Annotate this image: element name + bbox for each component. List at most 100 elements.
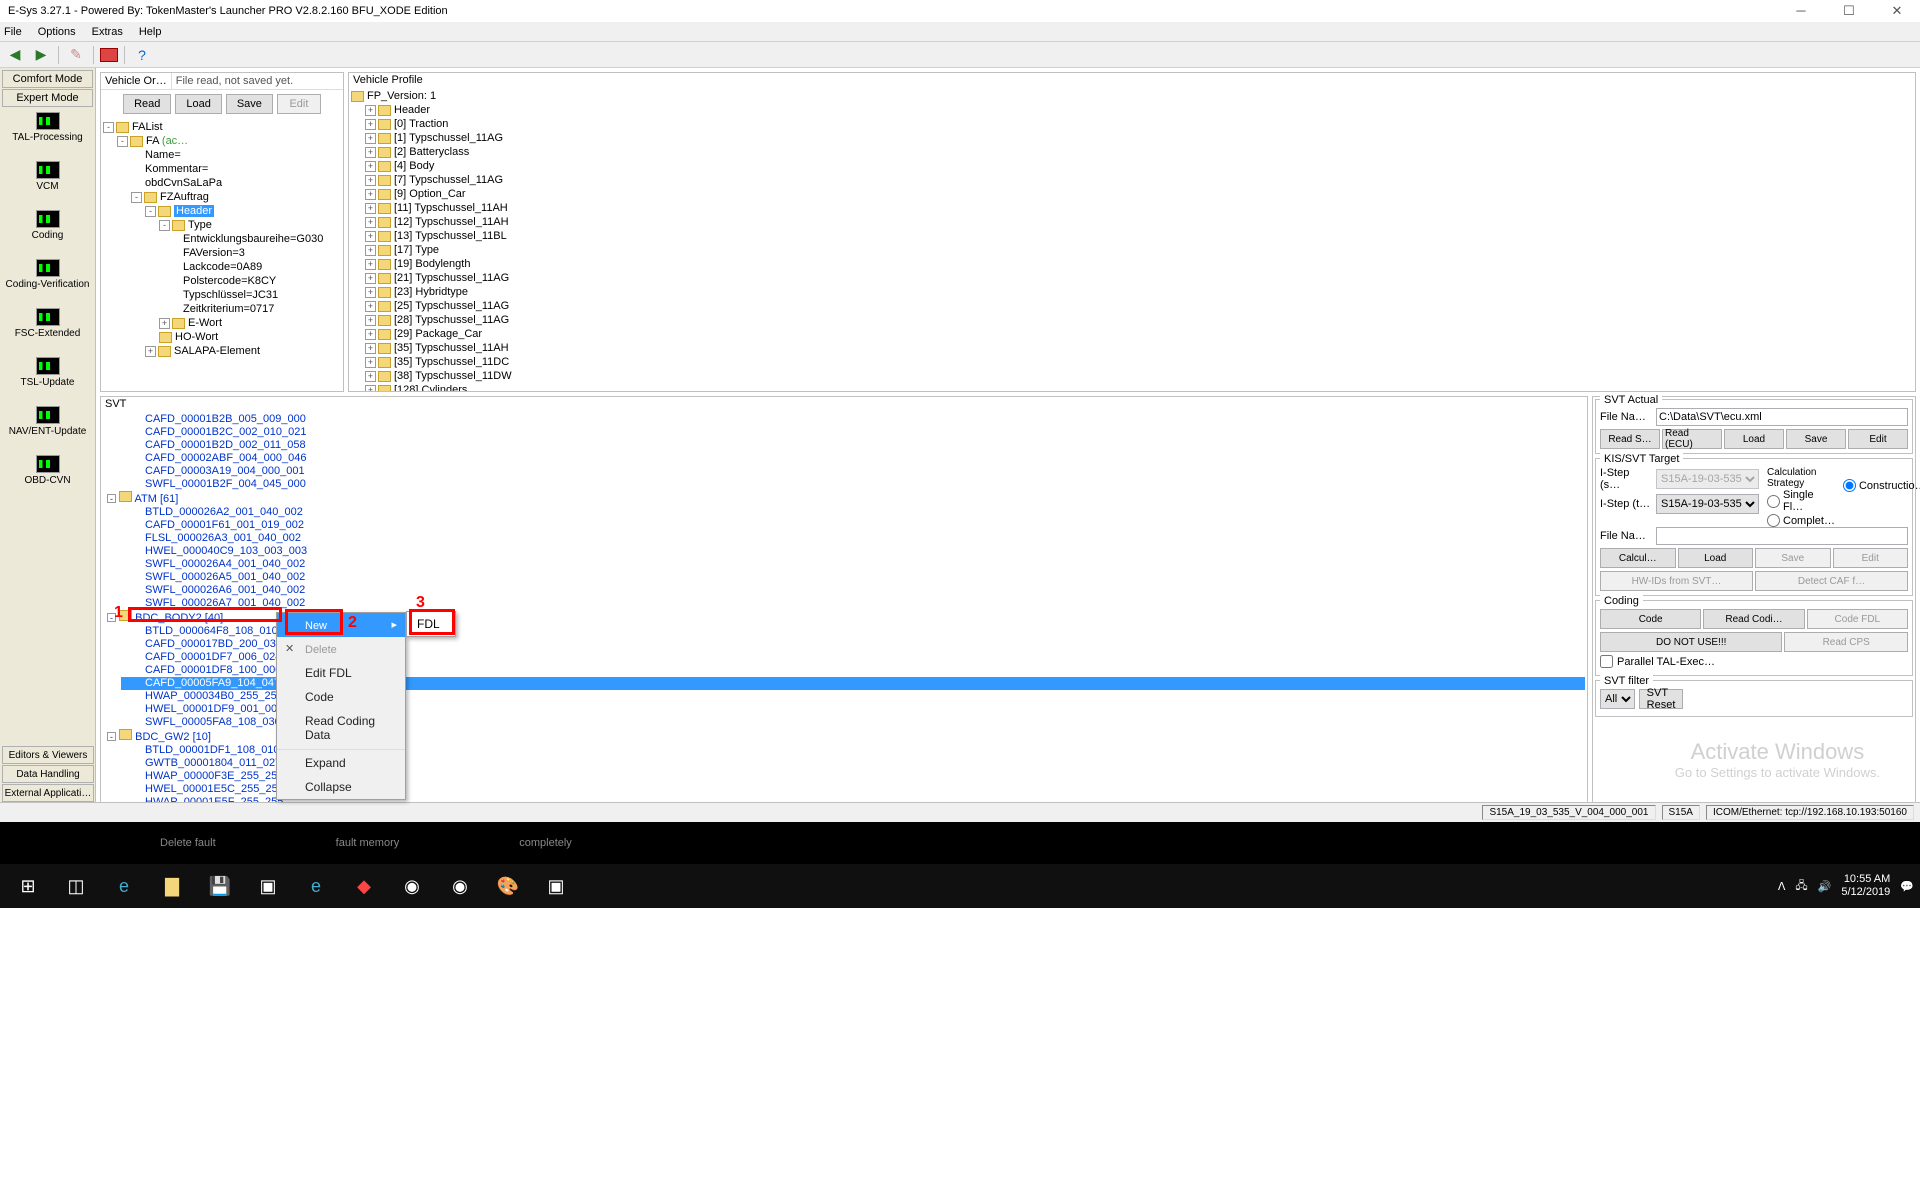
radio-construction[interactable]: Constructio… bbox=[1843, 479, 1920, 492]
fa-tree[interactable]: -FAList -FA (ac… Name= Kommentar= obdCvn… bbox=[101, 118, 343, 391]
svt-reset-button[interactable]: SVT Reset bbox=[1639, 689, 1683, 709]
read-coding-button[interactable]: Read Codi… bbox=[1703, 609, 1804, 629]
read-s-button[interactable]: Read S… bbox=[1600, 429, 1660, 449]
menu-code[interactable]: Code bbox=[277, 685, 405, 709]
forward-button[interactable]: ▶ bbox=[30, 44, 52, 66]
vehicle-profile-panel: Vehicle Profile FP_Version: 1+Header+[0]… bbox=[348, 72, 1916, 392]
do-not-use-button[interactable]: DO NOT USE!!! bbox=[1600, 632, 1782, 652]
svt-file-input[interactable] bbox=[1656, 408, 1908, 426]
menu-file[interactable]: File bbox=[4, 26, 22, 38]
edge-icon[interactable]: e bbox=[102, 867, 146, 905]
kis-save-button: Save bbox=[1755, 548, 1831, 568]
load-svt-button[interactable]: Load bbox=[1724, 429, 1784, 449]
sidebar-external[interactable]: External Applicati… bbox=[2, 784, 94, 802]
start-button[interactable]: ⊞ bbox=[6, 867, 50, 905]
status-connection: ICOM/Ethernet: tcp://192.168.10.193:5016… bbox=[1706, 805, 1914, 820]
paint-icon[interactable]: 🎨 bbox=[486, 867, 530, 905]
expert-mode-button[interactable]: Expert Mode bbox=[2, 89, 93, 107]
sidebar-item-tal[interactable]: TAL-Processing bbox=[2, 108, 93, 157]
sidebar-item-obd[interactable]: OBD-CVN bbox=[2, 451, 93, 500]
sidebar-item-tsl[interactable]: TSL-Update bbox=[2, 353, 93, 402]
istep-target-select[interactable]: S15A-19-03-535 bbox=[1656, 494, 1759, 514]
edit-button: Edit bbox=[277, 94, 321, 114]
detect-caf-button: Detect CAF f… bbox=[1755, 571, 1908, 591]
clock[interactable]: 10:55 AM 5/12/2019 bbox=[1841, 873, 1890, 899]
read-button[interactable]: Read bbox=[123, 94, 171, 114]
annotation-box-1 bbox=[128, 607, 282, 622]
vehicle-order-label: Vehicle Or… bbox=[101, 73, 171, 89]
menu-options[interactable]: Options bbox=[38, 26, 76, 38]
app-icon-2[interactable]: ◉ bbox=[390, 867, 434, 905]
annotation-2: 2 bbox=[348, 614, 357, 632]
save-button[interactable]: Save bbox=[226, 94, 273, 114]
svt-actual-fieldset: SVT Actual File Na… Read S… Read (ECU) L… bbox=[1595, 399, 1913, 454]
menu-help[interactable]: Help bbox=[139, 26, 162, 38]
vehicle-order-status: File read, not saved yet. bbox=[171, 73, 343, 89]
svt-filter-fieldset: SVT filter All SVT Reset bbox=[1595, 680, 1913, 717]
svt-title: SVT bbox=[101, 397, 1587, 411]
calculate-button[interactable]: Calcul… bbox=[1600, 548, 1676, 568]
kis-load-button[interactable]: Load bbox=[1678, 548, 1754, 568]
comfort-mode-button[interactable]: Comfort Mode bbox=[2, 70, 93, 88]
connect-icon[interactable]: ✎ bbox=[65, 44, 87, 66]
vehicle-profile-tree[interactable]: FP_Version: 1+Header+[0] Traction+[1] Ty… bbox=[349, 87, 1915, 391]
menu-edit-fdl[interactable]: Edit FDL bbox=[277, 661, 405, 685]
header-node[interactable]: Header bbox=[174, 205, 214, 217]
sidebar-editors[interactable]: Editors & Viewers bbox=[2, 746, 94, 764]
sidebar-item-nav[interactable]: NAV/ENT-Update bbox=[2, 402, 93, 451]
notification-icon[interactable]: 💬 bbox=[1900, 880, 1914, 893]
vehicle-profile-title: Vehicle Profile bbox=[349, 73, 1915, 87]
radio-single[interactable]: Single Fl… bbox=[1767, 489, 1835, 513]
code-button[interactable]: Code bbox=[1600, 609, 1701, 629]
menu-expand[interactable]: Expand bbox=[277, 749, 405, 775]
annotation-3: 3 bbox=[416, 594, 425, 612]
background-text: Delete fault fault memory completely bbox=[0, 822, 1920, 864]
edit-svt-button[interactable]: Edit bbox=[1848, 429, 1908, 449]
help-icon[interactable]: ? bbox=[131, 44, 153, 66]
app-icon-1[interactable]: ◆ bbox=[342, 867, 386, 905]
menu-extras[interactable]: Extras bbox=[92, 26, 123, 38]
kis-svt-fieldset: KIS/SVT Target I-Step (s… S15A-19-03-535… bbox=[1595, 458, 1913, 596]
minimize-button[interactable]: ─ bbox=[1786, 3, 1816, 19]
module-icon bbox=[36, 455, 60, 473]
status-series: S15A bbox=[1662, 805, 1700, 820]
sidebar-item-fsc[interactable]: FSC-Extended bbox=[2, 304, 93, 353]
close-button[interactable]: ✕ bbox=[1882, 3, 1912, 19]
read-ecu-button[interactable]: Read (ECU) bbox=[1662, 429, 1722, 449]
back-button[interactable]: ◀ bbox=[4, 44, 26, 66]
taskview-icon[interactable]: ◫ bbox=[54, 867, 98, 905]
explorer-icon[interactable]: ▇ bbox=[150, 867, 194, 905]
sound-icon[interactable]: 🔊 bbox=[1818, 880, 1832, 893]
esys-icon[interactable]: ▣ bbox=[534, 867, 578, 905]
load-button[interactable]: Load bbox=[175, 94, 221, 114]
ie-icon[interactable]: e bbox=[294, 867, 338, 905]
window-controls: ─ ☐ ✕ bbox=[1786, 3, 1912, 19]
kis-file-input[interactable] bbox=[1656, 527, 1908, 545]
toolbar: ◀ ▶ ✎ ? bbox=[0, 42, 1920, 68]
module-icon bbox=[36, 161, 60, 179]
tray-icon[interactable]: ᐱ bbox=[1778, 880, 1786, 893]
sidebar-item-coding[interactable]: Coding bbox=[2, 206, 93, 255]
filter-select[interactable]: All bbox=[1600, 689, 1635, 709]
module-icon bbox=[36, 259, 60, 277]
flag-icon[interactable] bbox=[100, 48, 118, 62]
status-istep: S15A_19_03_535_V_004_000_001 bbox=[1482, 805, 1655, 820]
bmw-icon[interactable]: ◉ bbox=[438, 867, 482, 905]
sidebar-item-vcm[interactable]: VCM bbox=[2, 157, 93, 206]
module-icon bbox=[36, 357, 60, 375]
save-svt-button[interactable]: Save bbox=[1786, 429, 1846, 449]
parallel-checkbox[interactable] bbox=[1600, 655, 1613, 668]
radio-complete[interactable]: Complet… bbox=[1767, 514, 1835, 527]
menu-read-coding[interactable]: Read Coding Data bbox=[277, 709, 405, 747]
maximize-button[interactable]: ☐ bbox=[1834, 3, 1864, 19]
terminal-icon[interactable]: ▣ bbox=[246, 867, 290, 905]
menu-collapse[interactable]: Collapse bbox=[277, 775, 405, 799]
sidebar-item-verification[interactable]: Coding-Verification bbox=[2, 255, 93, 304]
istep-ship-select[interactable]: S15A-19-03-535 bbox=[1656, 469, 1759, 489]
sidebar-data-handling[interactable]: Data Handling bbox=[2, 765, 94, 783]
save-icon[interactable]: 💾 bbox=[198, 867, 242, 905]
kis-edit-button: Edit bbox=[1833, 548, 1909, 568]
module-icon bbox=[36, 406, 60, 424]
network-icon[interactable]: 🖧 bbox=[1795, 877, 1807, 896]
vehicle-order-panel: Vehicle Or… File read, not saved yet. Re… bbox=[100, 72, 344, 392]
